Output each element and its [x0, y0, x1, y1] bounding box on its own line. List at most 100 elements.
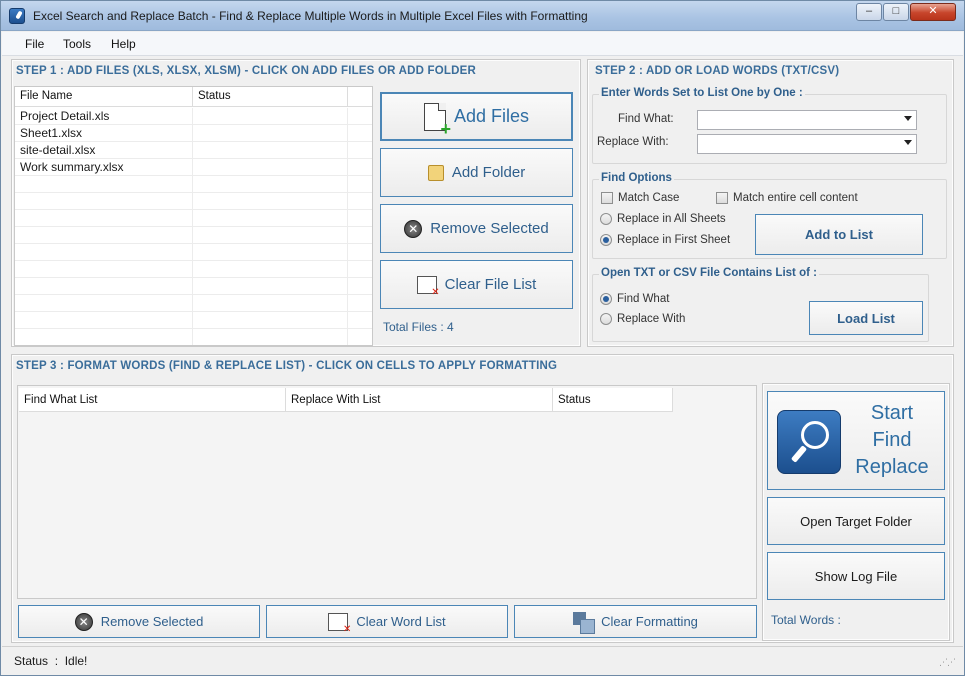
clear-word-list-button[interactable]: Clear Word List	[266, 605, 508, 638]
add-folder-button[interactable]: Add Folder	[380, 148, 573, 197]
start-label-line2: Find	[872, 429, 912, 451]
table-row[interactable]	[15, 261, 372, 278]
load-replace-with-label: Replace With	[617, 313, 686, 325]
file-name-cell[interactable]	[15, 176, 193, 193]
file-name-cell[interactable]	[15, 295, 193, 312]
file-status-cell	[193, 278, 348, 295]
replace-with-combo[interactable]	[697, 134, 917, 154]
table-row[interactable]: site-detail.xlsx	[15, 142, 372, 159]
maximize-button[interactable]: □	[883, 3, 909, 21]
menu-file[interactable]: File	[25, 37, 44, 51]
menu-bar: File Tools Help	[2, 32, 963, 56]
match-case-label: Match Case	[618, 192, 680, 204]
resize-grip-icon[interactable]: ⋰⋰	[939, 657, 956, 668]
add-to-list-button[interactable]: Add to List	[755, 214, 923, 255]
clear-file-list-label: Clear File List	[444, 276, 537, 293]
add-to-list-label: Add to List	[805, 227, 873, 242]
load-replace-with-radio[interactable]: Replace With	[600, 313, 685, 325]
open-target-folder-label: Open Target Folder	[800, 513, 912, 529]
remove-selected-words-button[interactable]: ✕ Remove Selected	[18, 605, 260, 638]
radio-circle	[600, 313, 612, 325]
file-name-cell[interactable]	[15, 329, 193, 345]
file-status-cell	[193, 159, 348, 176]
words-set-title: Enter Words Set to List One by One :	[599, 87, 805, 99]
column-file-name[interactable]: File Name	[15, 87, 193, 107]
file-status-cell	[193, 125, 348, 142]
replace-first-sheet-radio[interactable]: Replace in First Sheet	[600, 234, 730, 246]
find-what-combo[interactable]	[697, 110, 917, 130]
file-status-cell	[193, 142, 348, 159]
match-entire-cell-checkbox[interactable]: Match entire cell content	[716, 192, 858, 204]
file-status-cell	[193, 227, 348, 244]
table-row[interactable]	[15, 295, 372, 312]
column-word-status[interactable]: Status	[553, 388, 673, 412]
column-find-what-list[interactable]: Find What List	[19, 388, 286, 412]
table-row[interactable]: Work summary.xlsx	[15, 159, 372, 176]
file-name-cell[interactable]	[15, 244, 193, 261]
chevron-down-icon	[904, 116, 912, 121]
file-name-cell[interactable]: site-detail.xlsx	[15, 142, 193, 159]
table-row[interactable]	[15, 193, 372, 210]
file-list-grid[interactable]: File Name Status Project Detail.xls Sheet…	[14, 86, 373, 346]
open-target-folder-button[interactable]: Open Target Folder	[767, 497, 945, 545]
match-case-checkbox[interactable]: Match Case	[601, 192, 679, 204]
replace-all-sheets-radio[interactable]: Replace in All Sheets	[600, 213, 726, 225]
file-name-cell[interactable]	[15, 261, 193, 278]
chevron-down-icon	[904, 140, 912, 145]
column-replace-with-list[interactable]: Replace With List	[286, 388, 553, 412]
table-row[interactable]	[15, 312, 372, 329]
total-words-count: Total Words :	[771, 613, 841, 627]
menu-help[interactable]: Help	[111, 37, 136, 51]
folder-icon	[427, 164, 444, 181]
app-icon	[9, 8, 25, 24]
match-entire-label: Match entire cell content	[733, 192, 858, 204]
clear-formatting-button[interactable]: Clear Formatting	[514, 605, 757, 638]
show-log-file-button[interactable]: Show Log File	[767, 552, 945, 600]
menu-tools[interactable]: Tools	[63, 37, 91, 51]
clear-formatting-label: Clear Formatting	[601, 614, 698, 629]
table-row[interactable]	[15, 278, 372, 295]
start-find-replace-button[interactable]: Start Find Replace	[767, 391, 945, 490]
file-name-cell[interactable]: Work summary.xlsx	[15, 159, 193, 176]
find-what-label: Find What:	[618, 113, 674, 125]
load-find-what-radio[interactable]: Find What	[600, 293, 669, 305]
checkbox-box	[601, 192, 613, 204]
formatting-icon	[573, 611, 596, 634]
table-row[interactable]	[15, 176, 372, 193]
load-list-button[interactable]: Load List	[809, 301, 923, 335]
remove-selected-files-button[interactable]: ✕ Remove Selected	[380, 204, 573, 253]
replace-first-sheet-label: Replace in First Sheet	[617, 234, 731, 246]
step1-header: STEP 1 : ADD FILES (XLS, XLSX, XLSM) - C…	[16, 65, 476, 77]
column-status[interactable]: Status	[193, 87, 348, 107]
app-window: Excel Search and Replace Batch - Find & …	[0, 0, 965, 676]
file-status-cell	[193, 193, 348, 210]
table-row[interactable]	[15, 227, 372, 244]
remove-selected-label: Remove Selected	[430, 220, 549, 237]
file-name-cell[interactable]: Project Detail.xls	[15, 108, 193, 125]
table-row[interactable]	[15, 329, 372, 345]
add-files-button[interactable]: Add Files	[380, 92, 573, 141]
radio-circle-selected	[600, 293, 612, 305]
file-name-cell[interactable]	[15, 278, 193, 295]
table-row[interactable]	[15, 210, 372, 227]
clear-file-list-button[interactable]: Clear File List	[380, 260, 573, 309]
file-name-cell[interactable]	[15, 210, 193, 227]
status-text: Status : Idle!	[14, 654, 88, 668]
table-row[interactable]: Sheet1.xlsx	[15, 125, 372, 142]
load-find-what-label: Find What	[617, 293, 670, 305]
minimize-button[interactable]: –	[856, 3, 882, 21]
remove-icon: ✕	[404, 219, 423, 238]
clear-word-list-label: Clear Word List	[356, 614, 446, 629]
close-button[interactable]: ✕	[910, 3, 956, 21]
table-row[interactable]: Project Detail.xls	[15, 108, 372, 125]
file-status-cell	[193, 295, 348, 312]
file-name-cell[interactable]: Sheet1.xlsx	[15, 125, 193, 142]
file-name-cell[interactable]	[15, 193, 193, 210]
remove-selected-words-label: Remove Selected	[100, 614, 204, 629]
add-file-icon	[423, 102, 451, 136]
word-list-grid[interactable]: Find What List Replace With List Status	[17, 385, 757, 599]
table-row[interactable]	[15, 244, 372, 261]
file-name-cell[interactable]	[15, 227, 193, 244]
file-name-cell[interactable]	[15, 312, 193, 329]
title-bar: Excel Search and Replace Batch - Find & …	[1, 1, 964, 31]
